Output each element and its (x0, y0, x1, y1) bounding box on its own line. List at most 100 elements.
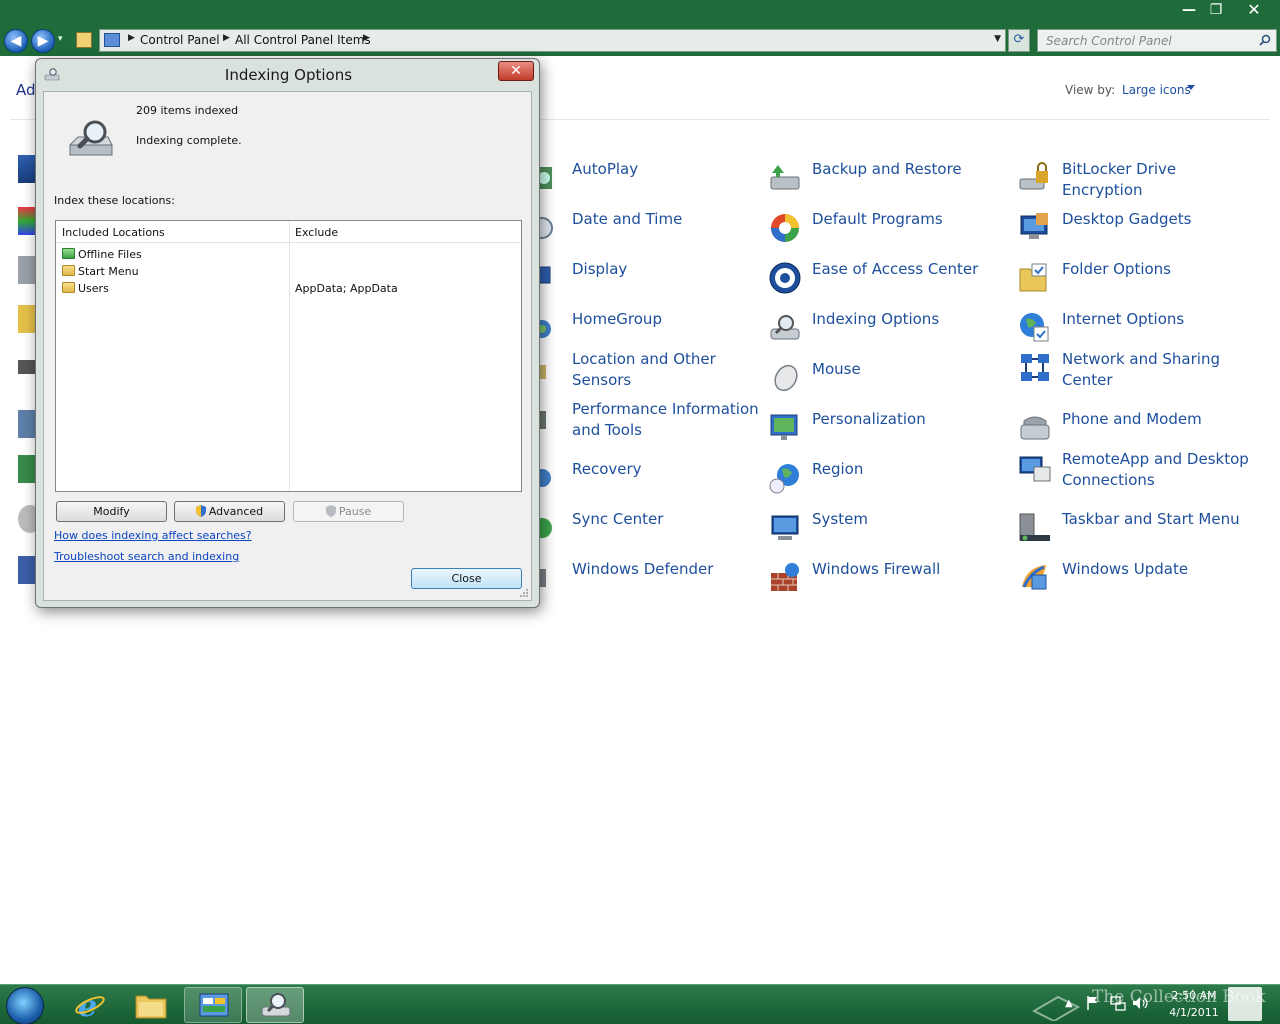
cp-item-performance[interactable]: Performance Information and Tools (528, 399, 768, 443)
column-header-included[interactable]: Included Locations (62, 226, 165, 239)
cp-item-display[interactable]: Display (528, 259, 768, 303)
cp-item-system[interactable]: System (768, 509, 1008, 553)
cp-item-network-sharing[interactable]: Network and Sharing Center (1018, 349, 1258, 393)
maximize-button[interactable]: ❐ (1204, 0, 1228, 20)
chevron-down-icon[interactable] (1187, 85, 1195, 90)
search-input[interactable]: Search Control Panel (1037, 29, 1277, 52)
cp-item-label[interactable]: Date and Time (572, 209, 762, 230)
cp-item-remoteapp[interactable]: RemoteApp and Desktop Connections (1018, 449, 1258, 493)
modify-button[interactable]: Modify (56, 501, 167, 522)
dialog-close-button[interactable]: ✕ (498, 61, 534, 81)
cp-item-sync-center[interactable]: Sync Center (528, 509, 768, 553)
cp-item-label[interactable]: Taskbar and Start Menu (1062, 509, 1252, 530)
cp-item-label[interactable]: HomeGroup (572, 309, 762, 330)
taskbar-control-panel[interactable] (184, 987, 242, 1023)
cp-item-homegroup[interactable]: HomeGroup (528, 309, 768, 353)
breadcrumb-separator-icon[interactable]: ▶ (363, 33, 370, 43)
column-header-exclude[interactable]: Exclude (295, 226, 338, 239)
start-button[interactable] (6, 987, 44, 1024)
address-dropdown-icon[interactable]: ▼ (994, 34, 1001, 44)
cp-item-label[interactable]: Sync Center (572, 509, 762, 530)
cp-item-personalization[interactable]: Personalization (768, 409, 1008, 453)
cp-item-desktop-gadgets[interactable]: Desktop Gadgets (1018, 209, 1258, 253)
pause-button[interactable]: Pause (293, 501, 404, 522)
resize-grip-icon[interactable] (519, 588, 529, 598)
cp-item-label[interactable]: Location and Other Sensors (572, 349, 762, 391)
taskbar-windows-explorer[interactable] (122, 987, 180, 1023)
clock-date[interactable]: 4/1/2011 (1166, 1006, 1222, 1019)
cp-item-label[interactable]: System (812, 509, 1002, 530)
cp-item-label[interactable]: Performance Information and Tools (572, 399, 762, 441)
cp-item-label[interactable]: Windows Update (1062, 559, 1252, 580)
cp-item-label[interactable]: Personalization (812, 409, 1002, 430)
forward-button[interactable]: ▶ (31, 29, 55, 53)
breadcrumb-separator-icon[interactable]: ▶ (223, 33, 230, 43)
cp-item-label[interactable]: BitLocker Drive Encryption (1062, 159, 1252, 201)
list-item[interactable]: Start Menu (56, 263, 521, 280)
troubleshoot-link[interactable]: Troubleshoot search and indexing (54, 550, 239, 563)
cp-item-label[interactable]: Display (572, 259, 762, 280)
action-center-flag-icon[interactable] (1086, 995, 1100, 1011)
up-folder-icon[interactable] (76, 32, 92, 48)
recent-pages-dropdown[interactable]: ▾ (58, 34, 63, 44)
close-button[interactable]: Close (411, 568, 522, 589)
list-item[interactable]: Offline Files (56, 246, 521, 263)
cp-item-taskbar-start[interactable]: Taskbar and Start Menu (1018, 509, 1258, 553)
cp-item-internet-options[interactable]: Internet Options (1018, 309, 1258, 353)
cp-item-label[interactable]: Desktop Gadgets (1062, 209, 1252, 230)
cp-item-windows-defender[interactable]: Windows Defender (528, 559, 768, 603)
cp-item-backup-restore[interactable]: Backup and Restore (768, 159, 1008, 203)
cp-item-windows-update[interactable]: Windows Update (1018, 559, 1258, 603)
cp-item-label[interactable]: Default Programs (812, 209, 1002, 230)
volume-icon[interactable] (1132, 995, 1148, 1011)
breadcrumb-control-panel[interactable]: Control Panel (140, 33, 220, 47)
cp-item-label[interactable]: Phone and Modem (1062, 409, 1252, 430)
cp-item-label[interactable]: RemoteApp and Desktop Connections (1062, 449, 1252, 491)
indexing-help-link[interactable]: How does indexing affect searches? (54, 529, 252, 542)
locations-list[interactable]: Included Locations Exclude Offline Files… (55, 220, 522, 492)
taskbar-indexing-options[interactable] (246, 987, 304, 1023)
cp-item-mouse[interactable]: Mouse (768, 359, 1008, 403)
refresh-button[interactable]: ⟳ (1008, 29, 1030, 52)
show-hidden-icons-button[interactable]: ▲ (1065, 998, 1073, 1009)
network-icon[interactable] (1110, 995, 1126, 1011)
cp-item-label[interactable]: Ease of Access Center (812, 259, 1002, 280)
address-bar[interactable]: ▶ Control Panel ▶ All Control Panel Item… (99, 29, 1006, 52)
cp-item-folder-options[interactable]: Folder Options (1018, 259, 1258, 303)
cp-item-label[interactable]: Folder Options (1062, 259, 1252, 280)
cp-item-label[interactable]: AutoPlay (572, 159, 762, 180)
cp-item-region[interactable]: Region (768, 459, 1008, 503)
cp-item-label[interactable]: Internet Options (1062, 309, 1252, 330)
breadcrumb-separator-icon[interactable]: ▶ (128, 33, 135, 43)
cp-item-bitlocker[interactable]: BitLocker Drive Encryption (1018, 159, 1258, 203)
cp-item-windows-firewall[interactable]: Windows Firewall (768, 559, 1008, 603)
cp-item-label[interactable]: Windows Firewall (812, 559, 1002, 580)
view-by-dropdown[interactable]: Large icons (1122, 83, 1191, 97)
breadcrumb-all-items[interactable]: All Control Panel Items (235, 33, 371, 47)
show-desktop-button[interactable] (1228, 987, 1262, 1021)
cp-item-date-time[interactable]: Date and Time (528, 209, 768, 253)
cp-item-label[interactable]: Recovery (572, 459, 762, 480)
back-button[interactable]: ◀ (4, 29, 28, 53)
network-icon (1018, 351, 1052, 385)
cp-item-label[interactable]: Region (812, 459, 1002, 480)
clock-time[interactable]: 2:50 AM (1168, 989, 1220, 1002)
close-window-button[interactable]: ✕ (1236, 0, 1272, 20)
search-icon[interactable] (1259, 34, 1271, 46)
cp-item-ease-of-access[interactable]: Ease of Access Center (768, 259, 1008, 303)
cp-item-phone-modem[interactable]: Phone and Modem (1018, 409, 1258, 453)
cp-item-label[interactable]: Backup and Restore (812, 159, 1002, 180)
cp-item-default-programs[interactable]: Default Programs (768, 209, 1008, 253)
minimize-button[interactable]: — (1177, 0, 1201, 20)
cp-item-location-sensors[interactable]: Location and Other Sensors (528, 349, 768, 393)
cp-item-label[interactable]: Mouse (812, 359, 1002, 380)
cp-item-indexing-options[interactable]: Indexing Options (768, 309, 1008, 353)
cp-item-autoplay[interactable]: AutoPlay (528, 159, 768, 203)
list-item[interactable]: Users AppData; AppData (56, 280, 521, 297)
advanced-button[interactable]: Advanced (174, 501, 285, 522)
cp-item-recovery[interactable]: Recovery (528, 459, 768, 503)
cp-item-label[interactable]: Windows Defender (572, 559, 762, 580)
taskbar-internet-explorer[interactable]: e (61, 987, 119, 1023)
cp-item-label[interactable]: Indexing Options (812, 309, 1002, 330)
cp-item-label[interactable]: Network and Sharing Center (1062, 349, 1252, 391)
